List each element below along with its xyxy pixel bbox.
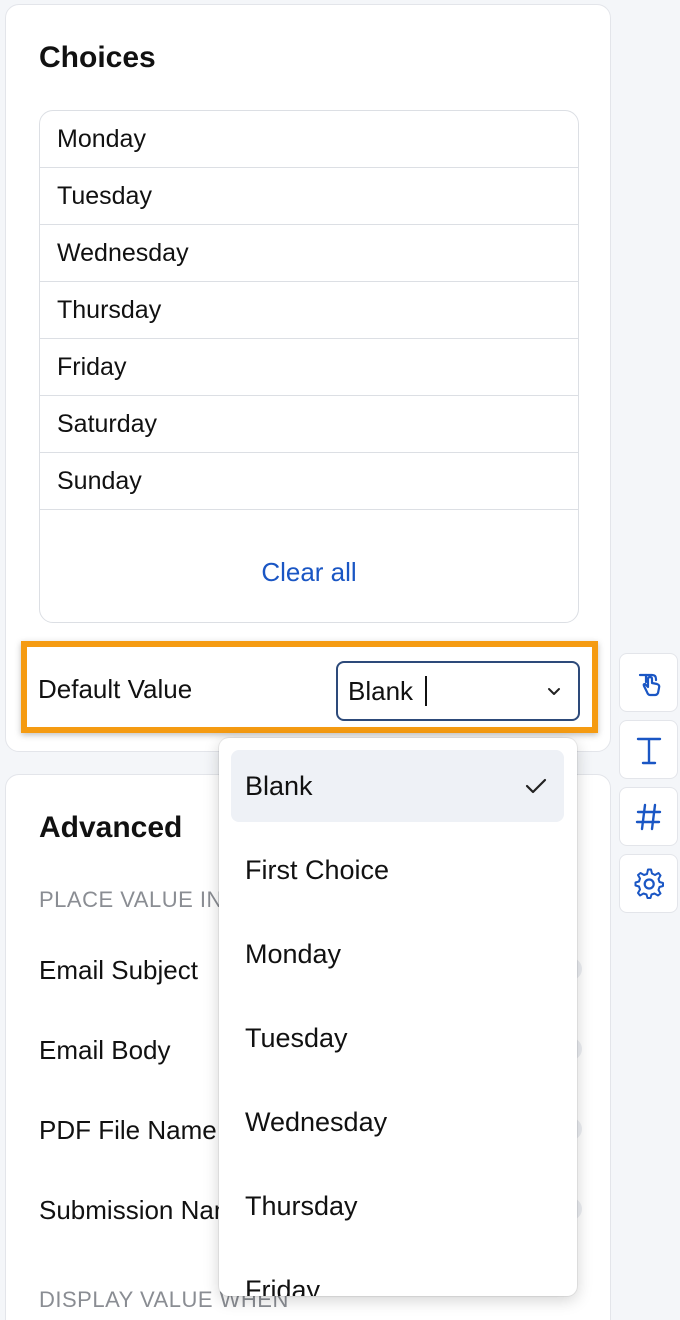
check-icon bbox=[525, 778, 547, 794]
dropdown-option-label: Tuesday bbox=[245, 1022, 348, 1053]
clear-all-container: Clear all bbox=[40, 522, 578, 622]
pointer-hand-icon bbox=[638, 673, 660, 696]
dropdown-option-label: Monday bbox=[245, 938, 342, 969]
gear-icon bbox=[634, 868, 664, 899]
side-toolbar bbox=[619, 653, 679, 921]
dropdown-option-monday[interactable]: Monday bbox=[231, 918, 564, 990]
choice-item[interactable]: Wednesday bbox=[40, 225, 578, 282]
dropdown-option-label: Blank bbox=[245, 770, 313, 801]
choice-item[interactable]: Tuesday bbox=[40, 168, 578, 225]
advanced-title: Advanced bbox=[39, 811, 183, 844]
text-tool-button[interactable] bbox=[619, 720, 678, 779]
choices-panel: Choices Monday Tuesday Wednesday Thursda… bbox=[5, 4, 611, 752]
email-body-label: Email Body bbox=[39, 1035, 171, 1065]
choices-title: Choices bbox=[39, 41, 156, 74]
pdf-file-name-label: PDF File Name bbox=[39, 1115, 217, 1145]
pointer-hand-button[interactable] bbox=[619, 653, 678, 712]
dropdown-option-blank[interactable]: Blank bbox=[231, 750, 564, 822]
dropdown-option-first-choice[interactable]: First Choice bbox=[231, 834, 564, 906]
place-value-heading: PLACE VALUE IN bbox=[39, 887, 223, 912]
dropdown-option-tuesday[interactable]: Tuesday bbox=[231, 1002, 564, 1074]
chevron-down-icon bbox=[548, 688, 560, 695]
text-caret bbox=[425, 676, 428, 706]
dropdown-option-friday[interactable]: Friday bbox=[231, 1254, 564, 1297]
choice-item[interactable]: Monday bbox=[40, 111, 578, 168]
dropdown-option-label: Wednesday bbox=[245, 1106, 388, 1137]
text-icon bbox=[636, 737, 661, 764]
email-subject-label: Email Subject bbox=[39, 955, 198, 985]
dropdown-option-label: Thursday bbox=[245, 1190, 358, 1221]
number-tool-button[interactable] bbox=[619, 787, 678, 846]
choice-item[interactable]: Friday bbox=[40, 339, 578, 396]
dropdown-option-label: Friday bbox=[245, 1274, 321, 1297]
default-value-selected: Blank bbox=[348, 675, 414, 706]
choice-item[interactable]: Saturday bbox=[40, 396, 578, 453]
default-value-dropdown: Blank First Choice Monday Tuesday Wednes… bbox=[219, 738, 577, 1296]
dropdown-option-label: First Choice bbox=[245, 854, 390, 885]
choice-item[interactable]: Sunday bbox=[40, 453, 578, 510]
default-value-row: Default Value Blank bbox=[21, 641, 598, 733]
dropdown-option-thursday[interactable]: Thursday bbox=[231, 1170, 564, 1242]
settings-button[interactable] bbox=[619, 854, 678, 913]
default-value-select[interactable]: Blank bbox=[336, 661, 580, 721]
choice-item[interactable]: Thursday bbox=[40, 282, 578, 339]
clear-all-button[interactable]: Clear all bbox=[261, 557, 356, 588]
dropdown-option-wednesday[interactable]: Wednesday bbox=[231, 1086, 564, 1158]
default-value-label: Default Value bbox=[38, 674, 193, 704]
hash-icon bbox=[635, 803, 661, 830]
choices-list: Monday Tuesday Wednesday Thursday Friday… bbox=[39, 110, 579, 623]
